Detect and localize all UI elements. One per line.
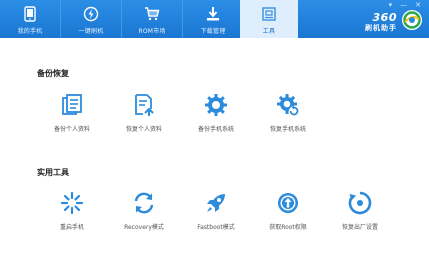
backup-personal-data-button[interactable]: 备份个人资料 <box>37 92 107 133</box>
app-window: 我的手机 一键刷机 ROM市场 下载管理 工具 ▾ — ✕ 360 刷机助手 备… <box>0 0 429 264</box>
item-label: 恢复手机系统 <box>269 126 306 133</box>
lightning-icon <box>82 5 100 23</box>
factory-reset-button[interactable]: 恢复出厂设置 <box>325 190 395 231</box>
window-controls: ▾ — ✕ <box>389 2 421 9</box>
restore-system-icon <box>275 92 301 118</box>
get-root-button[interactable]: 获取Root权限 <box>253 190 323 231</box>
menu-icon[interactable]: ▾ <box>389 2 393 9</box>
app-logo: 360 刷机助手 <box>365 9 423 35</box>
tab-my-phone[interactable]: 我的手机 <box>0 0 60 38</box>
cart-icon <box>143 5 161 23</box>
backup-personal-icon <box>59 92 85 118</box>
backup-system-icon <box>203 92 229 118</box>
rocket-icon <box>203 190 229 216</box>
item-label: Recovery模式 <box>124 224 164 231</box>
restart-phone-button[interactable]: 重启手机 <box>37 190 107 231</box>
360-logo-icon <box>401 9 423 35</box>
fastboot-mode-button[interactable]: Fastboot模式 <box>181 190 251 231</box>
logo-subtext: 刷机助手 <box>365 23 397 32</box>
factory-reset-icon <box>347 190 373 216</box>
restore-personal-data-button[interactable]: 恢复个人资料 <box>109 92 179 133</box>
root-icon <box>275 190 301 216</box>
section-title-tools: 实用工具 <box>37 168 69 177</box>
minimize-icon[interactable]: — <box>400 2 407 9</box>
phone-icon <box>21 5 39 23</box>
tab-label: 我的手机 <box>17 28 43 35</box>
restart-icon <box>59 190 85 216</box>
item-label: 恢复出厂设置 <box>341 224 378 231</box>
backup-phone-system-button[interactable]: 备份手机系统 <box>181 92 251 133</box>
tab-label: 工具 <box>262 28 276 35</box>
restore-phone-system-button[interactable]: 恢复手机系统 <box>253 92 323 133</box>
item-label: 获取Root权限 <box>269 224 307 231</box>
tab-download-manager[interactable]: 下载管理 <box>183 0 243 38</box>
item-label: 备份个人资料 <box>53 126 90 133</box>
section-title-backup: 备份恢复 <box>37 69 69 78</box>
item-label: 重启手机 <box>59 224 84 231</box>
logo-text: 360 <box>372 10 397 24</box>
top-nav-bar: 我的手机 一键刷机 ROM市场 下载管理 工具 ▾ — ✕ 360 刷机助手 <box>0 0 429 38</box>
item-label: 恢复个人资料 <box>125 126 162 133</box>
restore-personal-icon <box>131 92 157 118</box>
tab-label: 下载管理 <box>200 28 226 35</box>
recovery-mode-button[interactable]: Recovery模式 <box>109 190 179 231</box>
tab-label: ROM市场 <box>138 28 166 35</box>
close-icon[interactable]: ✕ <box>415 2 421 9</box>
tab-label: 一键刷机 <box>78 28 104 35</box>
tab-one-click-flash[interactable]: 一键刷机 <box>61 0 121 38</box>
tab-tools[interactable]: 工具 <box>240 0 298 38</box>
item-label: Fastboot模式 <box>197 224 235 231</box>
item-label: 备份手机系统 <box>197 126 234 133</box>
download-icon <box>204 5 222 23</box>
toolbox-icon <box>260 5 278 23</box>
recovery-icon <box>131 190 157 216</box>
tab-rom-market[interactable]: ROM市场 <box>122 0 182 38</box>
